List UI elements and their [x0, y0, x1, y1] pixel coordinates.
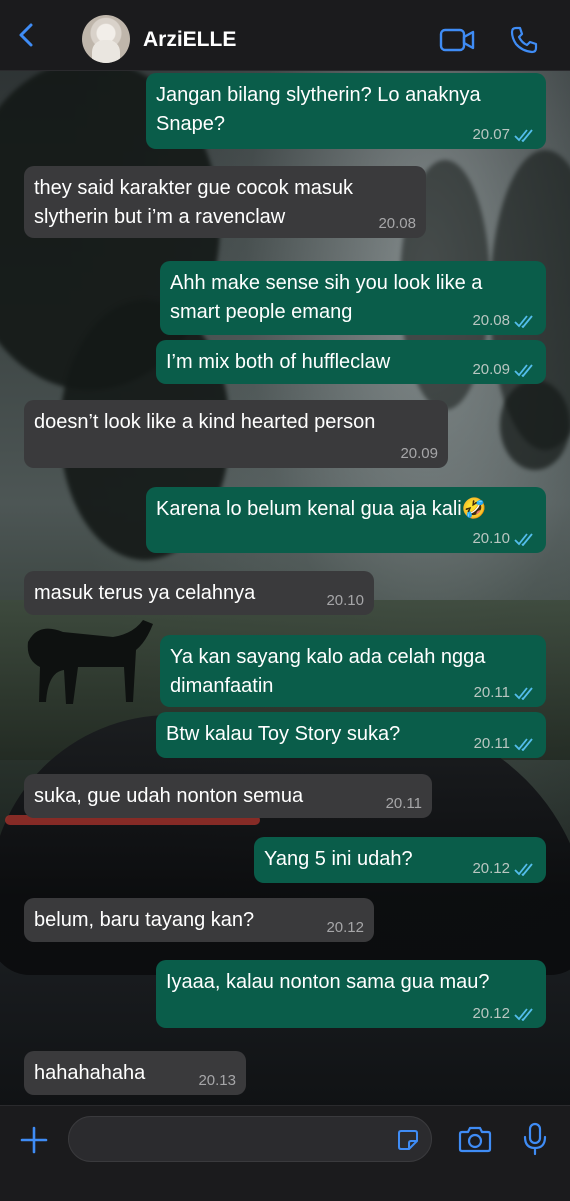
- message-time: 20.10: [326, 592, 364, 609]
- message-incoming[interactable]: suka, gue udah nonton semua 20.11: [24, 774, 432, 818]
- read-receipt-icon: [514, 533, 533, 546]
- camera-icon[interactable]: [458, 1124, 492, 1154]
- message-time: 20.07: [472, 126, 510, 143]
- avatar[interactable]: [82, 15, 130, 63]
- read-receipt-icon: [514, 315, 533, 328]
- chevron-left-icon[interactable]: [14, 22, 40, 48]
- message-incoming[interactable]: doesn’t look like a kind hearted person …: [24, 400, 448, 468]
- message-incoming[interactable]: they said karakter gue cocok masuk slyth…: [24, 166, 426, 238]
- microphone-icon[interactable]: [521, 1122, 549, 1156]
- message-list[interactable]: Jangan bilang slytherin? Lo anaknya Snap…: [0, 70, 570, 1105]
- message-outgoing[interactable]: I’m mix both of huffleclaw 20.09: [156, 340, 546, 384]
- message-time: 20.13: [198, 1072, 236, 1089]
- message-time: 20.09: [400, 445, 438, 462]
- sticker-icon[interactable]: [396, 1128, 420, 1152]
- message-text: they said karakter gue cocok masuk slyth…: [34, 177, 354, 228]
- phone-icon[interactable]: [509, 25, 539, 55]
- message-outgoing[interactable]: Ya kan sayang kalo ada celah ngga dimanf…: [160, 635, 546, 707]
- message-time: 20.12: [326, 919, 364, 936]
- read-receipt-icon: [514, 687, 533, 700]
- message-time: 20.10: [472, 530, 510, 547]
- message-incoming[interactable]: hahahahaha 20.13: [24, 1051, 246, 1095]
- message-input[interactable]: [68, 1116, 432, 1162]
- message-text: masuk terus ya celahnya: [34, 582, 256, 604]
- message-time: 20.12: [472, 1005, 510, 1022]
- message-time: 20.12: [472, 860, 510, 877]
- composer-bar: [0, 1105, 570, 1201]
- message-time: 20.08: [472, 312, 510, 329]
- message-time: 20.11: [473, 735, 510, 752]
- read-receipt-icon: [514, 129, 533, 142]
- plus-icon[interactable]: [19, 1125, 49, 1155]
- message-text: Karena lo belum kenal gua aja kali🤣: [156, 498, 487, 520]
- message-text: belum, baru tayang kan?: [34, 909, 255, 931]
- message-incoming[interactable]: belum, baru tayang kan? 20.12: [24, 898, 374, 942]
- message-outgoing[interactable]: Jangan bilang slytherin? Lo anaknya Snap…: [146, 73, 546, 149]
- message-time: 20.08: [378, 215, 416, 232]
- chat-header: ArziELLE: [0, 0, 570, 71]
- contact-name[interactable]: ArziELLE: [143, 28, 236, 52]
- message-time: 20.11: [473, 684, 510, 701]
- message-outgoing[interactable]: Ahh make sense sih you look like a smart…: [160, 261, 546, 335]
- message-time: 20.11: [385, 795, 422, 812]
- read-receipt-icon: [514, 738, 533, 751]
- message-outgoing[interactable]: Btw kalau Toy Story suka? 20.11: [156, 712, 546, 758]
- message-outgoing[interactable]: Yang 5 ini udah? 20.12: [254, 837, 546, 883]
- read-receipt-icon: [514, 863, 533, 876]
- message-text: suka, gue udah nonton semua: [34, 785, 304, 807]
- read-receipt-icon: [514, 364, 533, 377]
- read-receipt-icon: [514, 1008, 533, 1021]
- message-incoming[interactable]: masuk terus ya celahnya 20.10: [24, 571, 374, 615]
- message-time: 20.09: [472, 361, 510, 378]
- message-outgoing[interactable]: Karena lo belum kenal gua aja kali🤣 20.1…: [146, 487, 546, 553]
- message-text: Iyaaa, kalau nonton sama gua mau?: [166, 971, 490, 993]
- message-outgoing[interactable]: Iyaaa, kalau nonton sama gua mau? 20.12: [156, 960, 546, 1028]
- message-text: doesn’t look like a kind hearted person: [34, 411, 376, 433]
- video-call-icon[interactable]: [439, 27, 475, 53]
